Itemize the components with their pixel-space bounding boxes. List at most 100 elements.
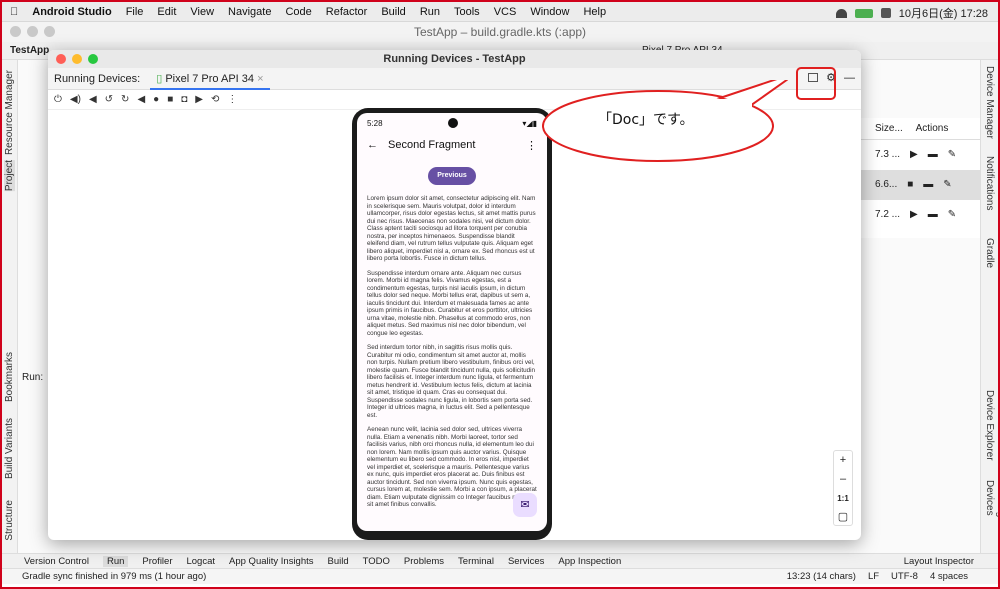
tab-gradle[interactable]: Gradle	[984, 238, 995, 268]
tab-version-control[interactable]: Version Control	[24, 556, 89, 567]
menu-tools[interactable]: Tools	[454, 6, 480, 18]
zoom-fit-button[interactable]: ▢	[834, 508, 852, 527]
tab-app-quality[interactable]: App Quality Insights	[229, 556, 314, 567]
folder-icon[interactable]: ▬	[923, 170, 933, 200]
wifi-icon[interactable]	[835, 8, 847, 18]
record-icon[interactable]: ▶	[195, 94, 203, 105]
edit-icon[interactable]: ✎	[943, 170, 951, 200]
paragraph: Lorem ipsum dolor sit amet, consectetur …	[367, 195, 536, 262]
close-button[interactable]	[56, 54, 66, 64]
menu-refactor[interactable]: Refactor	[326, 6, 368, 18]
running-devices-label: Running Devices:	[54, 72, 141, 85]
device-row[interactable]: 6.6... ■ ▬ ✎	[861, 170, 980, 200]
project-name[interactable]: TestApp	[10, 45, 49, 56]
zoom-in-button[interactable]: +	[834, 451, 852, 470]
control-center-icon[interactable]	[880, 8, 891, 18]
menu-help[interactable]: Help	[583, 6, 606, 18]
device-row[interactable]: 7.2 ... ▶ ▬ ✎	[861, 200, 980, 230]
menu-run[interactable]: Run	[420, 6, 440, 18]
tab-device-manager[interactable]: Device Manager	[984, 66, 995, 139]
zoom-light[interactable]	[44, 26, 55, 37]
tab-project[interactable]: Project	[4, 160, 15, 192]
ide-title: TestApp – build.gradle.kts (:app)	[413, 25, 587, 39]
tab-running-devices[interactable]: Running Devices	[984, 480, 1000, 555]
menu-vcs[interactable]: VCS	[494, 6, 517, 18]
rotate-right-icon[interactable]: ↻	[121, 94, 129, 105]
menu-build[interactable]: Build	[381, 6, 405, 18]
close-light[interactable]	[10, 26, 21, 37]
volume-up-icon[interactable]: ◀)	[70, 94, 81, 105]
device-row[interactable]: 7.3 ... ▶ ▬ ✎	[861, 140, 980, 170]
indent-setting[interactable]: 4 spaces	[930, 569, 968, 585]
play-icon[interactable]: ▶	[910, 200, 918, 230]
back-icon[interactable]: ◀	[137, 94, 145, 105]
tab-notifications[interactable]: Notifications	[984, 156, 995, 210]
minimize-button[interactable]	[72, 54, 82, 64]
stop-icon[interactable]: ■	[907, 170, 913, 200]
tab-structure[interactable]: Structure	[4, 500, 15, 541]
folder-icon[interactable]: ▬	[928, 200, 938, 230]
menu-edit[interactable]: Edit	[157, 6, 176, 18]
line-separator[interactable]: LF	[868, 569, 879, 585]
tab-resource-manager[interactable]: Resource Manager	[4, 70, 15, 155]
snapshot-icon[interactable]: ⟲	[211, 94, 219, 105]
overview-icon[interactable]: ■	[167, 94, 173, 105]
menu-navigate[interactable]: Navigate	[228, 6, 271, 18]
tab-build[interactable]: Build	[328, 556, 349, 567]
cursor-position[interactable]: 13:23 (14 chars)	[787, 569, 856, 585]
rotate-left-icon[interactable]: ↺	[105, 94, 113, 105]
tab-app-inspection[interactable]: App Inspection	[558, 556, 621, 567]
tab-services[interactable]: Services	[508, 556, 544, 567]
previous-button[interactable]: Previous	[428, 167, 476, 185]
edit-icon[interactable]: ✎	[948, 200, 956, 230]
battery-icon[interactable]	[854, 8, 873, 18]
device-size: 7.3 ...	[875, 149, 901, 160]
status-bar: Gradle sync finished in 979 ms (1 hour a…	[2, 568, 998, 584]
back-arrow-icon[interactable]: ←	[367, 139, 378, 151]
menu-app[interactable]: Android Studio	[32, 6, 111, 18]
menubar-clock[interactable]: 10月6日(金) 17:28	[899, 5, 988, 21]
tab-logcat[interactable]: Logcat	[186, 556, 215, 567]
zoom-actual-button[interactable]: 1:1	[834, 489, 852, 508]
file-encoding[interactable]: UTF-8	[891, 569, 918, 585]
menu-view[interactable]: View	[190, 6, 214, 18]
tab-bookmarks[interactable]: Bookmarks	[4, 352, 15, 402]
tab-layout-inspector[interactable]: Layout Inspector	[904, 556, 974, 567]
running-devices-titlebar: Running Devices - TestApp	[48, 50, 861, 68]
paragraph: Suspendisse interdum ornare ante. Aliqua…	[367, 269, 533, 337]
tab-todo[interactable]: TODO	[363, 556, 390, 567]
tab-terminal[interactable]: Terminal	[458, 556, 494, 567]
apple-icon[interactable]: 	[10, 6, 18, 18]
volume-down-icon[interactable]: ◀	[89, 94, 97, 105]
ide-titlebar: TestApp – build.gradle.kts (:app)	[2, 22, 998, 42]
tab-run[interactable]: Run	[102, 555, 129, 567]
mail-icon: ✉	[520, 499, 530, 511]
screenshot-icon[interactable]: ◘	[181, 94, 187, 105]
edit-icon[interactable]: ✎	[948, 140, 956, 170]
folder-icon[interactable]: ▬	[928, 140, 938, 170]
phone-screen[interactable]: 5:28 ▾◢▮ ← Second Fragment ⋮ Previous Lo…	[357, 113, 547, 531]
paragraph: Sed interdum tortor nibh, in sagittis ri…	[367, 344, 536, 419]
lorem-text: Lorem ipsum dolor sit amet, consectetur …	[357, 195, 547, 509]
tab-build-variants[interactable]: Build Variants	[4, 418, 15, 479]
menu-window[interactable]: Window	[530, 6, 569, 18]
status-message[interactable]: Gradle sync finished in 979 ms (1 hour a…	[22, 571, 206, 582]
zoom-out-button[interactable]: –	[834, 470, 852, 489]
minimize-panel-icon[interactable]: —	[844, 72, 855, 84]
overflow-menu-icon[interactable]: ⋮	[526, 139, 537, 152]
close-tab-icon[interactable]: ×	[257, 73, 263, 85]
menu-code[interactable]: Code	[285, 6, 311, 18]
maximize-button[interactable]	[88, 54, 98, 64]
tab-problems[interactable]: Problems	[404, 556, 444, 567]
power-icon[interactable]: ⏻	[54, 94, 62, 105]
minimize-light[interactable]	[27, 26, 38, 37]
phone-time: 5:28	[367, 118, 383, 128]
tab-device-explorer[interactable]: Device Explorer	[984, 390, 995, 461]
home-icon[interactable]: ●	[153, 94, 159, 105]
tab-profiler[interactable]: Profiler	[142, 556, 172, 567]
more-icon[interactable]: ⋮	[227, 94, 237, 105]
menu-file[interactable]: File	[126, 6, 144, 18]
mail-fab[interactable]: ✉	[513, 493, 537, 517]
play-icon[interactable]: ▶	[910, 140, 918, 170]
tab-device-pixel[interactable]: ▯ Pixel 7 Pro API 34 ×	[150, 68, 270, 90]
